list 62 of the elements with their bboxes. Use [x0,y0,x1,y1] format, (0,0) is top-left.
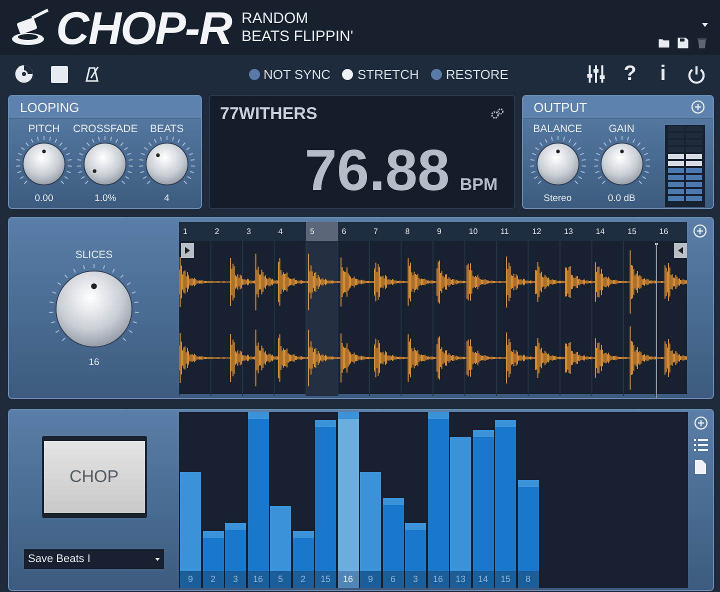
sync-mode-option[interactable]: NOT SYNC [248,66,330,82]
toolbar-button[interactable]: i [654,62,672,86]
knob-label: PITCH [28,123,60,135]
loop-start-icon[interactable] [181,243,194,258]
knob-value: 4 [164,193,170,204]
metronome-icon[interactable] [85,65,101,83]
caret-icon [155,558,160,560]
settings-icon[interactable] [490,108,504,119]
slice-number[interactable]: 5 [306,222,338,241]
dropdown-caret-icon[interactable] [702,23,708,27]
panel-title: OUTPUT [534,100,588,114]
knob-label: BEATS [150,123,184,135]
power-icon[interactable] [687,64,706,84]
chop-button[interactable]: CHOP [44,441,144,513]
slice-number[interactable]: 8 [401,222,433,241]
slice-number[interactable]: 11 [496,222,528,241]
loop-end-icon[interactable] [674,243,687,258]
slice-number[interactable]: 6 [338,222,370,241]
app-tagline: RANDOM [241,10,310,28]
folder-icon[interactable] [658,37,670,49]
slice-number[interactable]: 13 [560,222,592,241]
sync-mode-option[interactable]: STRETCH [342,66,419,82]
slice-number[interactable]: 14 [592,222,624,241]
add-icon[interactable] [694,416,708,430]
mixer-icon[interactable] [586,64,606,84]
slice-number[interactable]: 1 [179,222,211,241]
turntable-icon [10,8,50,48]
slice-number[interactable]: 15 [624,222,656,241]
slice-number[interactable]: 9 [433,222,465,241]
tempo-unit: BPM [460,175,498,195]
preset-dropdown[interactable]: Save Beats I [24,549,164,569]
tempo-value: 76.88 [304,142,450,200]
app-tagline: BEATS FLIPPIN' [241,28,354,46]
stop-icon[interactable] [51,66,68,82]
slice-number[interactable]: 12 [528,222,560,241]
knob-label: CROSSFADE [73,123,138,135]
knob-value: 0.00 [34,193,54,204]
knob-label: BALANCE [533,123,582,135]
knob-label: SLICES [75,248,113,260]
slice-number[interactable]: 4 [274,222,306,241]
slice-number[interactable]: 16 [655,222,687,241]
slice-number[interactable]: 10 [464,222,496,241]
save-icon[interactable] [677,37,689,49]
add-icon[interactable] [691,100,705,114]
list-icon[interactable] [694,439,708,451]
slice-number[interactable]: 3 [242,222,274,241]
loop-end-marker[interactable] [655,243,658,398]
knob-value: Stereo [544,193,572,204]
knob-value: 16 [88,356,100,368]
disc-icon[interactable] [14,64,34,84]
sample-name: 77WITHERS [220,104,318,123]
slice-number[interactable]: 7 [370,222,402,241]
sync-mode-option[interactable]: RESTORE [430,66,508,82]
knob-value: 0.0 dB [608,193,636,204]
document-icon[interactable] [695,460,706,474]
knob-value: 1.0% [94,193,116,204]
add-icon[interactable] [693,224,707,238]
panel-title: LOOPING [20,100,80,114]
toolbar-button[interactable]: ? [621,62,639,86]
slice-number[interactable]: 2 [210,222,242,241]
app-logo: CHOP-R [56,4,232,50]
knob-label: GAIN [608,123,634,135]
